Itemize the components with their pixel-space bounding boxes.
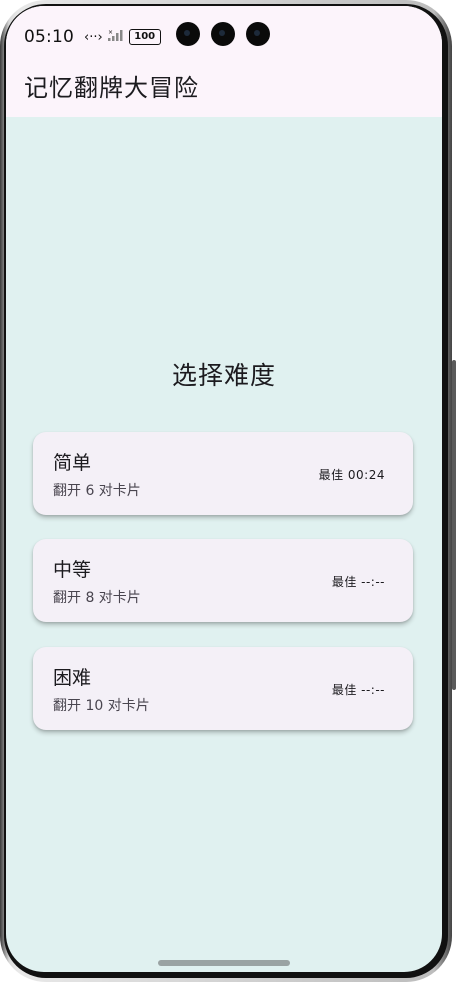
phone-side-button [452, 360, 456, 690]
camera-cutout [176, 22, 270, 46]
camera-lens-icon [246, 22, 270, 46]
best-time: 最佳 --:-- [331, 575, 385, 589]
best-time: 最佳 --:-- [331, 683, 385, 697]
difficulty-card-medium[interactable]: 中等 翻开 8 对卡片 最佳 --:-- [33, 539, 413, 622]
app-title: 记忆翻牌大冒险 [24, 74, 199, 102]
best-time: 最佳 00:24 [318, 468, 385, 482]
difficulty-card-hard[interactable]: 困难 翻开 10 对卡片 最佳 --:-- [33, 647, 413, 730]
difficulty-pairs: 翻开 10 对卡片 [53, 698, 150, 714]
home-indicator[interactable] [158, 960, 290, 966]
difficulty-name: 简单 [53, 452, 92, 474]
svg-text:×: × [108, 29, 113, 36]
difficulty-pairs: 翻开 6 对卡片 [53, 483, 141, 499]
difficulty-card-easy[interactable]: 简单 翻开 6 对卡片 最佳 00:24 [33, 432, 413, 515]
status-bar: 05:10 ‹··› × 100 [24, 26, 161, 48]
app-bar: 05:10 ‹··› × 100 记忆翻牌大冒险 [6, 6, 442, 117]
difficulty-name: 中等 [53, 559, 92, 581]
camera-sensor-icon [211, 22, 235, 46]
status-time: 05:10 [24, 27, 74, 47]
page-heading: 选择难度 [171, 361, 276, 390]
data-transfer-icon: ‹··› [84, 29, 103, 45]
screen: 05:10 ‹··› × 100 记忆翻牌大冒险 选择难度 简单 翻开 6 对卡… [6, 6, 442, 972]
phone-frame: 05:10 ‹··› × 100 记忆翻牌大冒险 选择难度 简单 翻开 6 对卡… [0, 0, 452, 982]
camera-lens-icon [176, 22, 200, 46]
signal-icon: × [107, 29, 124, 45]
difficulty-name: 困难 [53, 667, 92, 689]
battery-icon: 100 [128, 29, 161, 45]
difficulty-pairs: 翻开 8 对卡片 [53, 590, 141, 606]
status-icons: ‹··› × 100 [84, 29, 161, 45]
